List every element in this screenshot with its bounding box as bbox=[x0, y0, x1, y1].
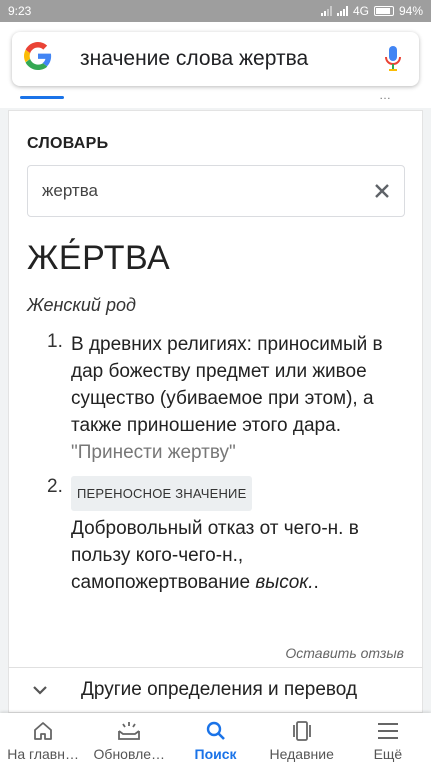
definition-number: 1. bbox=[47, 331, 63, 352]
nav-label[interactable]: На главн… bbox=[7, 746, 79, 762]
signal-icon bbox=[320, 6, 332, 16]
dictionary-input-value[interactable]: жертва bbox=[42, 181, 360, 201]
home-icon[interactable] bbox=[32, 719, 54, 743]
bottom-navigation: На главн… Обновле… Поиск Недавние Ещё bbox=[0, 713, 431, 767]
close-icon[interactable] bbox=[360, 166, 404, 216]
nav-label[interactable]: Обновле… bbox=[94, 746, 166, 762]
nav-updates[interactable]: Обновле… bbox=[86, 713, 172, 767]
dictionary-card: СЛОВАРЬ жертва ЖЕ́РТВА Женский род 1. В … bbox=[8, 110, 423, 670]
search-bar[interactable]: значение слова жертва bbox=[12, 32, 419, 86]
signal-icon bbox=[336, 6, 348, 16]
nav-more[interactable]: Ещё bbox=[345, 713, 431, 767]
nav-label[interactable]: Поиск bbox=[195, 746, 237, 762]
search-header: значение слова жертва … bbox=[0, 22, 431, 108]
definition-text-wrap: Добровольный отказ от чего-н. в пользу к… bbox=[71, 515, 407, 596]
feedback-link[interactable]: Оставить отзыв bbox=[285, 645, 404, 661]
nav-label[interactable]: Ещё bbox=[374, 746, 403, 762]
nav-home[interactable]: На главн… bbox=[0, 713, 86, 767]
nav-label[interactable]: Недавние bbox=[270, 746, 334, 762]
status-indicators: 4G 94% bbox=[320, 4, 423, 18]
active-tab-indicator bbox=[20, 96, 64, 99]
microphone-icon[interactable] bbox=[367, 32, 419, 86]
definition-item: 2. ПЕРЕНОСНОЕ ЗНАЧЕНИЕ Добровольный отка… bbox=[47, 476, 407, 596]
more-definitions-expander[interactable]: Другие определения и перевод bbox=[8, 667, 423, 713]
definition-number: 2. bbox=[47, 476, 63, 497]
more-definitions-label[interactable]: Другие определения и перевод bbox=[71, 679, 357, 701]
menu-icon[interactable] bbox=[377, 719, 399, 743]
definition-tail: . bbox=[313, 572, 319, 593]
part-of-speech: Женский род bbox=[27, 295, 136, 315]
tabs-more-glyph[interactable]: … bbox=[379, 88, 391, 102]
register-note: высок. bbox=[255, 572, 314, 593]
status-bar: 9:23 4G 94% bbox=[0, 0, 431, 22]
nav-search[interactable]: Поиск bbox=[172, 713, 258, 767]
nav-recent[interactable]: Недавние bbox=[259, 713, 345, 767]
dictionary-label: СЛОВАРЬ bbox=[27, 135, 109, 152]
updates-icon[interactable] bbox=[117, 719, 141, 743]
headword: ЖЕ́РТВА bbox=[27, 239, 171, 277]
status-time: 9:23 bbox=[8, 4, 32, 18]
google-logo-icon[interactable] bbox=[12, 42, 64, 76]
dictionary-search-input[interactable]: жертва bbox=[27, 165, 405, 217]
battery-level: 94% bbox=[398, 4, 423, 18]
definition-list: 1. В древних религиях: приносимый в дар … bbox=[47, 331, 407, 606]
search-query[interactable]: значение слова жертва bbox=[64, 47, 367, 71]
recent-tabs-icon[interactable] bbox=[291, 719, 313, 743]
search-icon[interactable] bbox=[206, 719, 226, 743]
battery-icon bbox=[373, 6, 394, 16]
definition-item: 1. В древних религиях: приносимый в дар … bbox=[47, 331, 407, 466]
definition-example: "Принести жертву" bbox=[71, 442, 236, 463]
chevron-down-icon[interactable] bbox=[9, 685, 71, 695]
definition-text: В древних религиях: приносимый в дар бож… bbox=[71, 334, 383, 436]
usage-label-chip: ПЕРЕНОСНОЕ ЗНАЧЕНИЕ bbox=[71, 476, 253, 511]
network-type: 4G bbox=[352, 4, 369, 18]
